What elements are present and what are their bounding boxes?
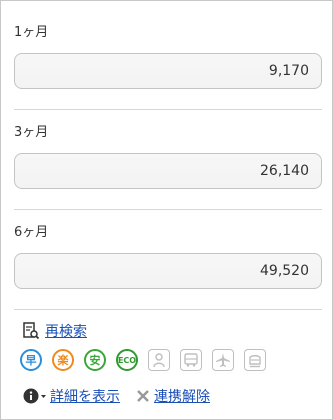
eco-icon[interactable]: ECO xyxy=(116,349,138,371)
unlink-link[interactable]: 連携解除 xyxy=(154,386,210,406)
period-label-3-months: 3ヶ月 xyxy=(14,125,49,140)
price-field-3-months[interactable]: 26,140 xyxy=(14,153,322,189)
shinkansen-icon[interactable] xyxy=(244,349,266,371)
close-icon[interactable] xyxy=(136,389,150,403)
action-row: 詳細を表示 連携解除 xyxy=(23,386,210,406)
price-field-6-months[interactable]: 49,520 xyxy=(14,253,322,289)
bus-icon[interactable] xyxy=(180,349,202,371)
divider xyxy=(14,209,322,210)
research-row: 再検索 xyxy=(23,321,87,341)
divider xyxy=(14,309,322,310)
period-label-1-month: 1ヶ月 xyxy=(14,25,49,40)
info-icon[interactable] xyxy=(23,388,47,404)
research-link[interactable]: 再検索 xyxy=(45,321,87,341)
period-label-6-months: 6ヶ月 xyxy=(14,225,49,240)
fastest-icon[interactable]: 早 xyxy=(20,349,42,371)
price-field-1-month[interactable]: 9,170 xyxy=(14,53,322,89)
route-type-icons: 早 楽 安 ECO xyxy=(20,349,266,373)
person-icon[interactable] xyxy=(148,349,170,371)
commuter-pass-panel: 1ヶ月 9,170 3ヶ月 26,140 6ヶ月 49,520 再検索 早 楽 … xyxy=(0,0,333,420)
cheapest-icon[interactable]: 楽 xyxy=(52,349,74,371)
divider xyxy=(14,109,322,110)
airplane-icon[interactable] xyxy=(212,349,234,371)
search-document-icon xyxy=(23,322,41,340)
safest-icon[interactable]: 安 xyxy=(84,349,106,371)
show-details-link[interactable]: 詳細を表示 xyxy=(50,386,120,406)
